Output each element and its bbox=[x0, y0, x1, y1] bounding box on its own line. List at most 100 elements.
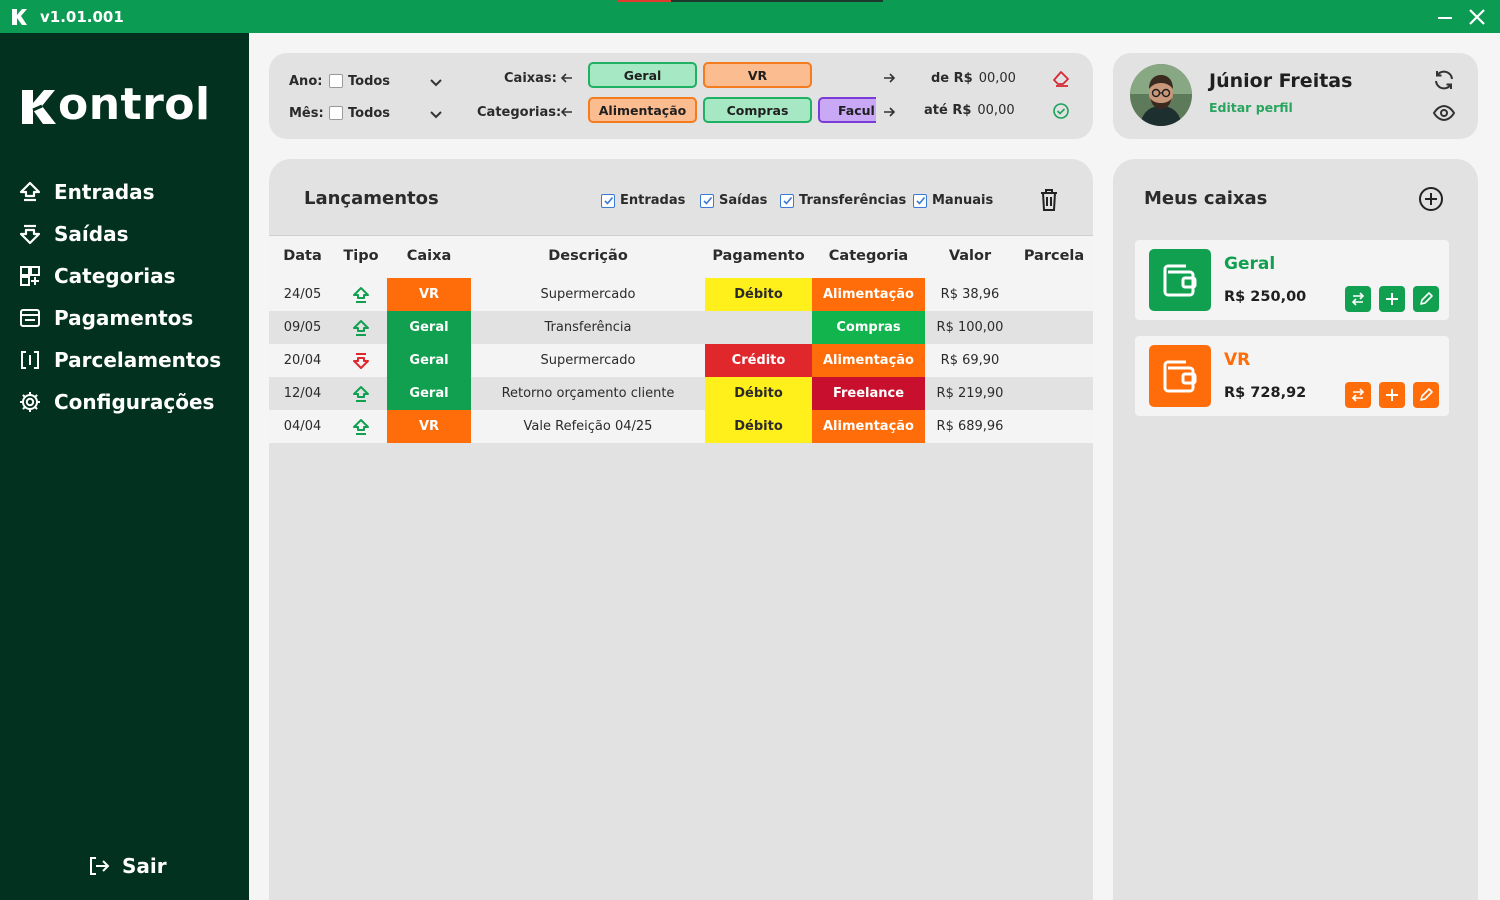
meus-caixas-title: Meus caixas bbox=[1144, 188, 1268, 209]
table-row[interactable]: 12/04 Geral Retorno orçamento cliente Débit… bbox=[269, 377, 1093, 410]
add-entry-button[interactable] bbox=[1379, 382, 1405, 408]
title-bar: v1.01.001 bbox=[0, 0, 1500, 33]
brackets-icon bbox=[17, 347, 43, 373]
loading-progress-bar bbox=[618, 0, 883, 2]
valor-max-label: até R$ bbox=[924, 103, 972, 118]
mes-dropdown-chevron-icon[interactable] bbox=[428, 106, 444, 122]
loading-progress-fill bbox=[618, 0, 671, 2]
transfer-button[interactable] bbox=[1345, 286, 1371, 312]
sidebar-item-parcelamentos[interactable]: Parcelamentos bbox=[17, 339, 221, 381]
eye-icon[interactable] bbox=[1431, 100, 1457, 126]
sidebar-nav: Entradas Saídas Categorias Pagamentos Pa… bbox=[17, 171, 221, 423]
mes-checkbox[interactable] bbox=[329, 106, 343, 120]
edit-caixa-button[interactable] bbox=[1413, 382, 1439, 408]
ano-checkbox[interactable] bbox=[329, 74, 343, 88]
cell-descricao: Retorno orçamento cliente bbox=[501, 386, 675, 401]
edit-profile-link[interactable]: Editar perfil bbox=[1209, 100, 1293, 115]
transfer-icon bbox=[1351, 388, 1365, 402]
sidebar-item-label: Parcelamentos bbox=[54, 348, 222, 372]
table-row[interactable]: 24/05 VR Supermercado Débito Alimentação R$ 3… bbox=[269, 278, 1093, 311]
brand-k-icon bbox=[20, 86, 56, 124]
categorias-next-arrow-icon[interactable] bbox=[881, 104, 897, 120]
col-data[interactable]: Data bbox=[269, 248, 336, 264]
check-circle-icon[interactable] bbox=[1052, 102, 1070, 120]
col-pagamento[interactable]: Pagamento bbox=[705, 248, 812, 264]
checkbox-checked-icon bbox=[601, 193, 615, 208]
toggle-label: Manuais bbox=[932, 193, 994, 208]
sidebar-item-entradas[interactable]: Entradas bbox=[17, 171, 221, 213]
cell-valor: R$ 219,90 bbox=[936, 386, 1004, 401]
main-area: Ano: Todos Mês: Todos Caixas: Geral VR C… bbox=[249, 33, 1500, 900]
cell-descricao: Transferência bbox=[544, 320, 632, 335]
sidebar-item-label: Entradas bbox=[54, 180, 155, 204]
col-parcela[interactable]: Parcela bbox=[1015, 248, 1093, 264]
cell-parcela bbox=[1015, 278, 1093, 311]
cell-descricao: Vale Refeição 04/25 bbox=[523, 419, 653, 434]
sidebar-item-label: Pagamentos bbox=[54, 306, 194, 330]
edit-caixa-button[interactable] bbox=[1413, 286, 1439, 312]
entrada-arrow-icon bbox=[336, 311, 386, 344]
col-valor[interactable]: Valor bbox=[925, 248, 1015, 264]
trash-icon[interactable] bbox=[1037, 187, 1061, 213]
add-entry-button[interactable] bbox=[1379, 286, 1405, 312]
table-row[interactable]: 20/04 Geral Supermercado Crédito Alimentação… bbox=[269, 344, 1093, 377]
cell-caixa: VR bbox=[387, 410, 471, 443]
avatar[interactable] bbox=[1130, 64, 1192, 126]
plus-icon bbox=[1386, 293, 1398, 305]
cell-categoria: Alimentação bbox=[812, 344, 925, 377]
caixa-balance: R$ 728,92 bbox=[1224, 385, 1307, 401]
categoria-chip-compras[interactable]: Compras bbox=[703, 97, 812, 123]
col-caixa[interactable]: Caixa bbox=[387, 248, 471, 264]
valor-min-field[interactable]: de R$ 00,00 bbox=[931, 71, 1016, 86]
logout-button[interactable]: Sair bbox=[86, 853, 167, 879]
sidebar-item-label: Saídas bbox=[54, 222, 129, 246]
ano-dropdown-chevron-icon[interactable] bbox=[428, 74, 444, 90]
col-categoria[interactable]: Categoria bbox=[812, 248, 925, 264]
categorias-prev-arrow-icon[interactable] bbox=[559, 104, 575, 120]
cell-valor: R$ 38,96 bbox=[940, 287, 1000, 302]
add-circle-icon[interactable] bbox=[1417, 185, 1445, 213]
valor-min-label: de R$ bbox=[931, 71, 973, 86]
caixa-card[interactable]: Geral R$ 250,00 bbox=[1135, 240, 1449, 320]
receipt-icon bbox=[17, 305, 43, 331]
table-row[interactable]: 04/04 VR Vale Refeição 04/25 Débito Alimenta… bbox=[269, 410, 1093, 443]
sidebar-item-pagamentos[interactable]: Pagamentos bbox=[17, 297, 221, 339]
sidebar-item-saidas[interactable]: Saídas bbox=[17, 213, 221, 255]
refresh-icon[interactable] bbox=[1431, 67, 1457, 93]
cell-valor: R$ 100,00 bbox=[936, 320, 1004, 335]
toggle-manuais[interactable]: Manuais bbox=[913, 193, 993, 208]
minimize-button[interactable] bbox=[1432, 4, 1458, 30]
toggle-transferencias[interactable]: Transferências bbox=[780, 193, 906, 208]
caixa-chip-vr[interactable]: VR bbox=[703, 62, 812, 88]
toggle-saidas[interactable]: Saídas bbox=[700, 193, 767, 208]
categoria-chip-alimentacao[interactable]: Alimentação bbox=[588, 97, 697, 123]
valor-max-field[interactable]: até R$ 00,00 bbox=[924, 103, 1015, 118]
sidebar-item-categorias[interactable]: Categorias bbox=[17, 255, 221, 297]
toggle-entradas[interactable]: Entradas bbox=[601, 193, 685, 208]
table-header: Data Tipo Caixa Descrição Pagamento Cate… bbox=[269, 236, 1093, 278]
cell-data: 04/04 bbox=[283, 419, 322, 434]
sidebar-item-configuracoes[interactable]: Configurações bbox=[17, 381, 221, 423]
eraser-icon[interactable] bbox=[1052, 70, 1070, 88]
grid-plus-icon bbox=[17, 263, 43, 289]
caixas-prev-arrow-icon[interactable] bbox=[559, 70, 575, 86]
transfer-button[interactable] bbox=[1345, 382, 1371, 408]
categoria-chip-facul[interactable]: Facul bbox=[818, 97, 876, 123]
plus-icon bbox=[1386, 389, 1398, 401]
cell-valor: R$ 689,96 bbox=[936, 419, 1004, 434]
table-row[interactable]: 09/05 Geral Transferência Compras R$ 100,00 bbox=[269, 311, 1093, 344]
caixa-name: VR bbox=[1224, 350, 1251, 370]
toggle-label: Transferências bbox=[799, 193, 907, 208]
caixas-next-arrow-icon[interactable] bbox=[881, 70, 897, 86]
caixa-chip-geral[interactable]: Geral bbox=[588, 62, 697, 88]
checkbox-checked-icon bbox=[780, 193, 794, 208]
caixa-card[interactable]: VR R$ 728,92 bbox=[1135, 336, 1449, 416]
toggle-label: Entradas bbox=[620, 193, 686, 208]
cell-parcela bbox=[1015, 344, 1093, 377]
arrow-up-outline-icon bbox=[17, 179, 43, 205]
col-tipo[interactable]: Tipo bbox=[336, 248, 386, 264]
close-button[interactable] bbox=[1464, 4, 1490, 30]
caixa-name: Geral bbox=[1224, 254, 1276, 274]
col-descricao[interactable]: Descrição bbox=[471, 248, 705, 264]
sidebar-item-label: Configurações bbox=[54, 390, 215, 414]
